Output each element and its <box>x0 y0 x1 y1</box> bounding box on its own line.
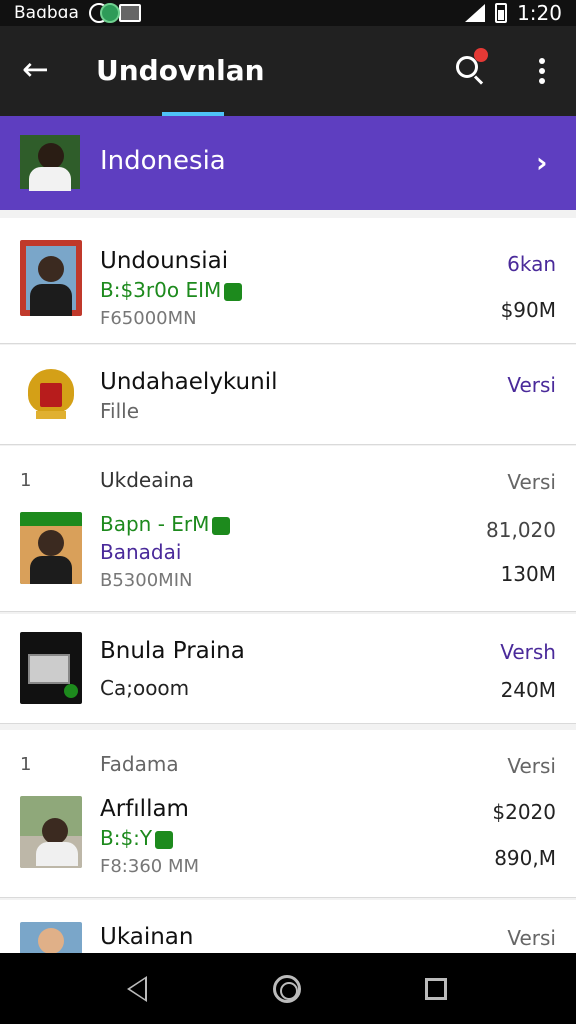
list-item[interactable]: 1 Fadama Versi Arfıllam B:$:Y F8:360 MM … <box>0 730 576 898</box>
item-thumbnail <box>20 512 82 584</box>
item-thumbnail <box>20 632 82 704</box>
item-title: Arfıllam <box>100 796 189 822</box>
item-right-label: Versi <box>507 373 556 397</box>
signal-icon <box>465 4 486 22</box>
item-thumbnail <box>20 796 82 868</box>
item-index: 1 <box>20 470 32 491</box>
item-right-label: Versh <box>500 640 556 664</box>
system-navigation-bar <box>0 953 576 1024</box>
banner-title: Indonesia <box>100 146 226 176</box>
item-header-right: Versi <box>507 470 556 494</box>
list-item[interactable]: Undounsiai B:$3r0o EIM F65000MN 6kan $90… <box>0 218 576 344</box>
app-bar: ← Undovnlan <box>0 26 576 116</box>
banner-avatar <box>20 135 80 191</box>
item-right-value: $90M <box>500 298 556 322</box>
item-header-right: Versi <box>507 754 556 778</box>
item-right-value: 81,020 <box>486 518 556 542</box>
item-index: 1 <box>20 754 32 775</box>
item-title: Undounsiai <box>100 248 229 274</box>
item-thumbnail <box>20 240 82 316</box>
nav-home-icon[interactable] <box>273 975 301 1003</box>
emblem-icon <box>22 363 80 425</box>
item-meta: F8:360 MM <box>100 856 200 877</box>
app-notification-icon <box>100 3 120 23</box>
item-subtitle: Ca;ooom <box>100 676 190 700</box>
item-right-value: $2020 <box>492 800 556 824</box>
item-thumbnail <box>20 922 82 953</box>
item-subtitle: Fille <box>100 399 140 423</box>
item-right-label: Versi <box>507 926 556 950</box>
item-right-value: 130M <box>500 562 556 586</box>
item-right-value: 240M <box>500 678 556 702</box>
item-price-line: B:$3r0o EIM <box>100 278 222 302</box>
item-title: Bnula Praina <box>100 638 245 664</box>
notification-dot <box>474 48 488 62</box>
more-options-icon[interactable] <box>528 54 556 88</box>
item-list[interactable]: Undounsiai B:$3r0o EIM F65000MN 6kan $90… <box>0 210 576 953</box>
country-banner[interactable]: Indonesia › <box>0 116 576 210</box>
status-time: 1:20 <box>517 1 562 25</box>
nav-back-icon[interactable] <box>127 976 147 1002</box>
nav-recents-icon[interactable] <box>425 978 447 1000</box>
badge-icon <box>212 516 231 535</box>
badge-icon <box>155 830 174 849</box>
list-item[interactable]: Bnula Praina Ca;ooom Versh 240M <box>0 614 576 724</box>
battery-icon <box>495 3 508 23</box>
item-meta: F65000MN <box>100 308 197 329</box>
badge-icon <box>224 282 243 301</box>
search-button[interactable] <box>454 48 488 86</box>
carrier-label: Baɑbɑa <box>14 3 79 23</box>
item-title: Ukainan <box>100 924 194 950</box>
list-item[interactable]: 1 Ukdeaina Versi Bapn - ErM Banadai B530… <box>0 446 576 612</box>
status-bar: Baɑbɑa 1:20 <box>0 0 576 26</box>
item-right-label: 6kan <box>507 252 556 276</box>
list-item[interactable]: Undahaelykunil Fille Versi <box>0 345 576 445</box>
chevron-right-icon: › <box>536 146 548 179</box>
back-arrow-icon[interactable]: ← <box>22 52 56 86</box>
item-meta: B5300MIN <box>100 570 193 591</box>
app-title: Undovnlan <box>96 54 265 87</box>
item-right-value: 890,M <box>494 846 556 870</box>
item-subtitle: Banadai <box>100 540 182 564</box>
item-price-line: Bapn - ErM <box>100 512 210 536</box>
list-item[interactable]: Ukainan Versi <box>0 900 576 953</box>
item-header: Ukdeaina <box>100 468 194 492</box>
item-price-line: B:$:Y <box>100 826 153 850</box>
item-title: Undahaelykunil <box>100 369 278 395</box>
image-icon <box>118 4 141 22</box>
item-header: Fadama <box>100 752 179 776</box>
